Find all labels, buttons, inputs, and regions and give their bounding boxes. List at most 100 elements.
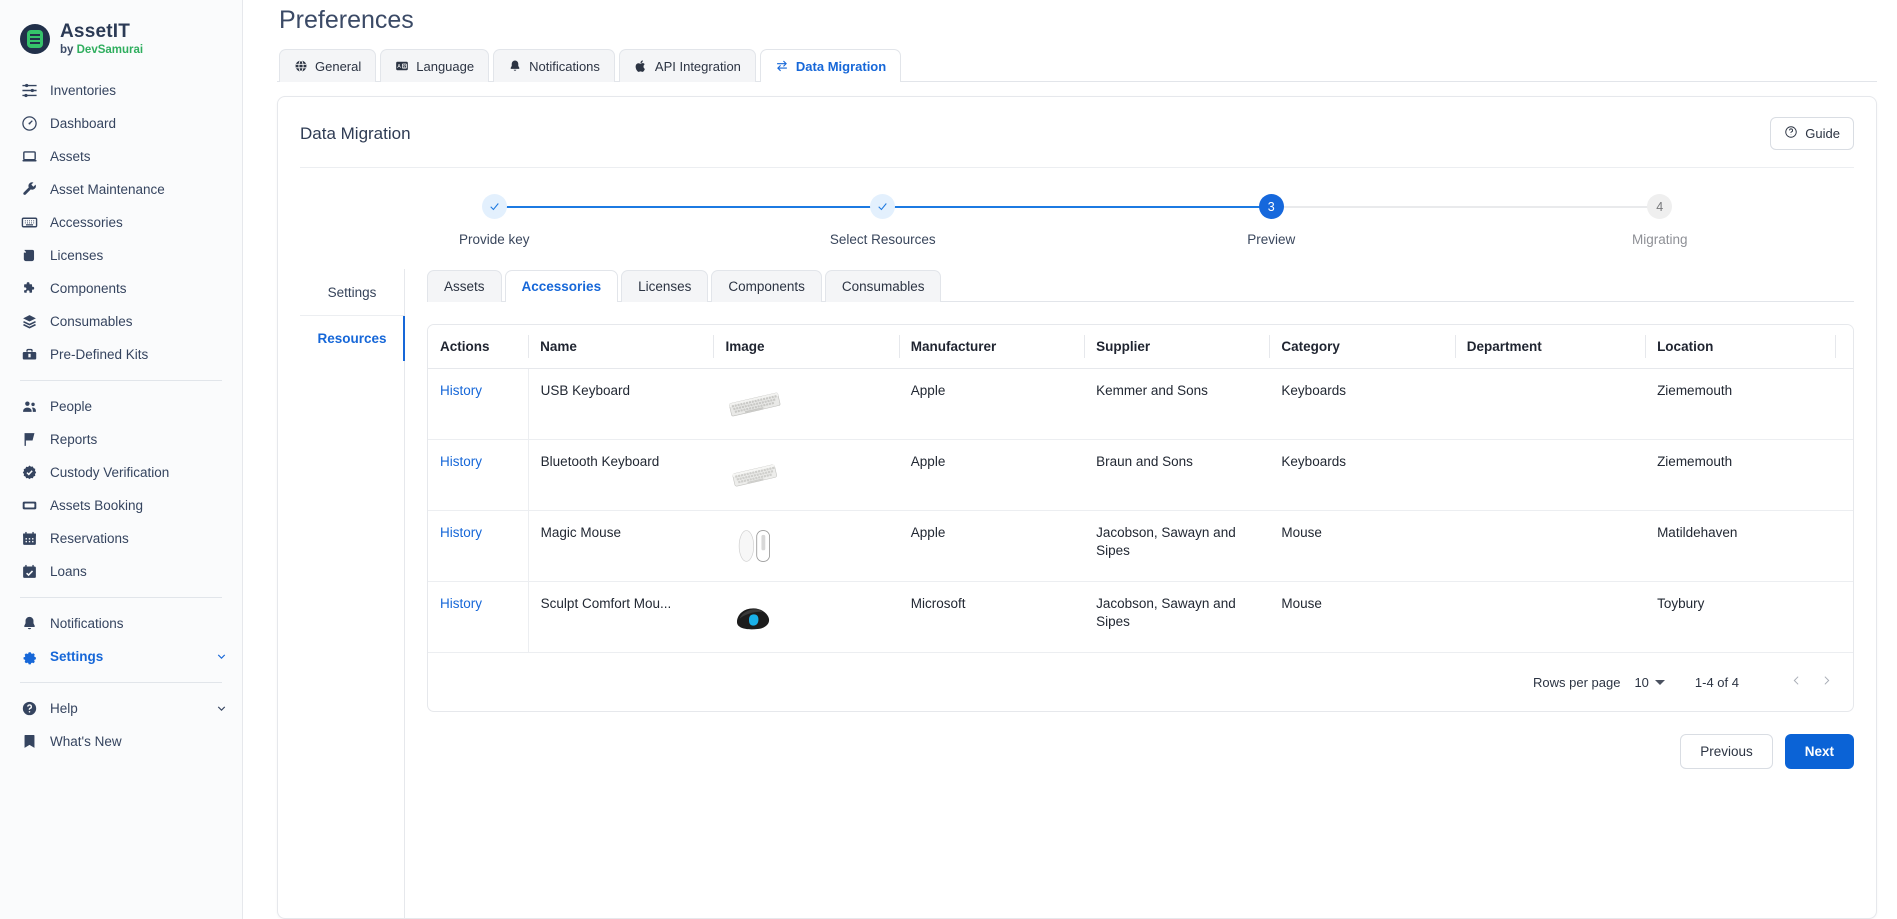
sidebar-item-label: People [50, 399, 92, 414]
sidebar-item-label: What's New [50, 734, 122, 749]
chevron-left-icon [1790, 674, 1803, 690]
cell-image [713, 369, 898, 440]
wrench-icon [20, 181, 38, 199]
previous-page-button[interactable] [1781, 667, 1811, 697]
sidebar-item-inventories[interactable]: Inventories [0, 74, 242, 107]
cell-name: Bluetooth Keyboard [528, 440, 713, 511]
step-select-resources[interactable]: Select Resources [689, 194, 1078, 247]
next-page-button[interactable] [1811, 667, 1841, 697]
resource-tab-assets[interactable]: Assets [427, 270, 502, 302]
sidebar-item-accessories[interactable]: Accessories [0, 206, 242, 239]
globe-icon [294, 59, 308, 73]
exchange-icon [775, 59, 789, 73]
calendar-check-icon [20, 563, 38, 581]
cell-department [1455, 440, 1645, 511]
gauge-icon [20, 115, 38, 133]
next-button[interactable]: Next [1785, 734, 1854, 769]
card-title: Data Migration [300, 124, 411, 144]
tab-data-migration[interactable]: Data Migration [760, 49, 901, 82]
resource-tab-consumables[interactable]: Consumables [825, 270, 942, 302]
previous-button[interactable]: Previous [1680, 734, 1773, 769]
step-migrating[interactable]: 4Migrating [1466, 194, 1855, 247]
history-link[interactable]: History [440, 454, 482, 469]
sidebar-item-loans[interactable]: Loans [0, 555, 242, 588]
history-link[interactable]: History [440, 383, 482, 398]
sidebar-item-dashboard[interactable]: Dashboard [0, 107, 242, 140]
sidebar-item-licenses[interactable]: Licenses [0, 239, 242, 272]
tab-label: Data Migration [796, 59, 886, 74]
sidebar-item-pre-defined-kits[interactable]: Pre-Defined Kits [0, 338, 242, 371]
sidebar-item-label: Inventories [50, 83, 116, 98]
history-link[interactable]: History [440, 596, 482, 611]
step-indicator [870, 194, 895, 219]
sidebar-item-label: Assets [50, 149, 91, 164]
sidebar-item-people[interactable]: People [0, 390, 242, 423]
accessories-table: ActionsNameImageManufacturerSupplierCate… [428, 325, 1853, 652]
sidebar-item-label: Asset Maintenance [50, 182, 165, 197]
app-root: AssetIT by DevSamurai InventoriesDashboa… [0, 0, 1897, 919]
magic-mouse-thumbnail [725, 524, 886, 568]
cell-actions: History [428, 440, 528, 511]
step-label: Select Resources [830, 232, 936, 247]
sidebar-item-label: Accessories [50, 215, 123, 230]
sidebar-item-what-s-new[interactable]: What's New [0, 725, 242, 758]
cell-name: USB Keyboard [528, 369, 713, 440]
step-connector-right [883, 206, 1077, 208]
chevron-down-icon [1655, 680, 1665, 685]
resource-tab-components[interactable]: Components [711, 270, 822, 302]
tab-notifications[interactable]: Notifications [493, 49, 615, 82]
sidebar-item-reservations[interactable]: Reservations [0, 522, 242, 555]
cell-end [1835, 511, 1853, 582]
table-header: ActionsNameImageManufacturerSupplierCate… [428, 325, 1853, 369]
tab-api-integration[interactable]: API Integration [619, 49, 756, 82]
sidebar-item-components[interactable]: Components [0, 272, 242, 305]
tab-label: General [315, 59, 361, 74]
sidebar-item-assets-booking[interactable]: Assets Booking [0, 489, 242, 522]
usb-keyboard-thumbnail [725, 382, 886, 426]
resource-tab-accessories[interactable]: Accessories [505, 270, 619, 302]
assetit-logo-icon [20, 24, 50, 54]
cell-supplier: Jacobson, Sawayn and Sipes [1084, 511, 1269, 582]
sidebar-item-label: Reservations [50, 531, 129, 546]
gear-icon [20, 648, 38, 666]
sidebar-item-notifications[interactable]: Notifications [0, 607, 242, 640]
column-header-manufacturer: Manufacturer [899, 325, 1084, 369]
column-header-supplier: Supplier [1084, 325, 1269, 369]
cell-end [1835, 440, 1853, 511]
main-content: Preferences GeneralA文LanguageNotificatio… [243, 0, 1897, 919]
step-provide-key[interactable]: Provide key [300, 194, 689, 247]
sidebar-item-assets[interactable]: Assets [0, 140, 242, 173]
sidebar-item-label: Settings [50, 649, 103, 664]
step-preview[interactable]: 3Preview [1077, 194, 1466, 247]
flag-icon [20, 431, 38, 449]
guide-button[interactable]: Guide [1770, 117, 1854, 150]
sidebar-item-custody-verification[interactable]: Custody Verification [0, 456, 242, 489]
resource-type-tabs: AssetsAccessoriesLicensesComponentsConsu… [427, 269, 1854, 302]
keyboard-icon [20, 214, 38, 232]
cell-supplier: Braun and Sons [1084, 440, 1269, 511]
cell-manufacturer: Apple [899, 440, 1084, 511]
sidebar-item-settings[interactable]: Settings [0, 640, 242, 673]
cell-actions: History [428, 582, 528, 653]
step-label: Preview [1247, 232, 1295, 247]
translate-icon: A文 [395, 59, 409, 73]
table-body: HistoryUSB KeyboardAppleKemmer and SonsK… [428, 369, 1853, 653]
resource-tab-licenses[interactable]: Licenses [621, 270, 708, 302]
bell-icon [508, 59, 522, 73]
sidebar-item-reports[interactable]: Reports [0, 423, 242, 456]
cell-manufacturer: Apple [899, 511, 1084, 582]
tab-general[interactable]: General [279, 49, 376, 82]
cell-department [1455, 511, 1645, 582]
rows-per-page-select[interactable]: 10 [1634, 675, 1664, 690]
vtab-settings[interactable]: Settings [300, 269, 404, 315]
sidebar-item-consumables[interactable]: Consumables [0, 305, 242, 338]
card-header: Data Migration Guide [300, 97, 1854, 167]
sidebar-item-help[interactable]: Help [0, 692, 242, 725]
tab-language[interactable]: A文Language [380, 49, 489, 82]
history-link[interactable]: History [440, 525, 482, 540]
guide-label: Guide [1805, 126, 1840, 141]
vtab-resources[interactable]: Resources [300, 315, 404, 361]
sidebar-item-asset-maintenance[interactable]: Asset Maintenance [0, 173, 242, 206]
help-circle-icon [1784, 125, 1798, 142]
step-connector-left [689, 206, 883, 208]
